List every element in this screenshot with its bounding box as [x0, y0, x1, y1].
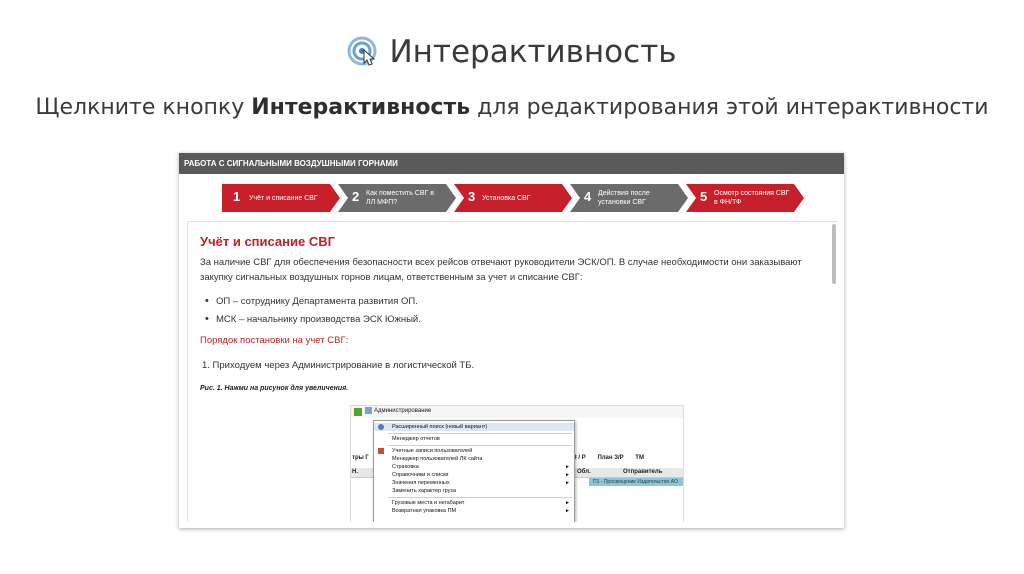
menu-item-variables[interactable]: Значения переменных ►: [374, 479, 574, 487]
menu-item-label: Заменить характер груза: [392, 488, 457, 494]
subtitle-post: для редактирования этой интерактивности: [470, 95, 989, 120]
step-2[interactable]: 2 Как поместить СВГ в ЛЛ МФП?: [338, 184, 456, 212]
users-icon: [378, 448, 384, 454]
app-icon: [354, 408, 362, 416]
interactive-frame: РАБОТА С СИГНАЛЬНЫМИ ВОЗДУШНЫМИ ГОРНАМИ …: [179, 153, 844, 528]
submenu-arrow-icon: ►: [565, 508, 570, 514]
menu-item-insurance[interactable]: Страховка ►: [374, 463, 574, 471]
menu-item-label: Учетные записи пользователей: [392, 448, 473, 454]
step-3[interactable]: 3 Установка СВГ: [454, 184, 572, 212]
figure-caption[interactable]: Рис. 1. Нажми на рисунок для увеличения.: [200, 385, 348, 392]
bullet-item: ОП – сотруднику Департамента развития ОП…: [205, 295, 418, 307]
step-1-number: 1: [233, 189, 241, 204]
step-2-number: 2: [352, 189, 360, 204]
content-paragraph: За наличие СВГ для обеспечения безопасно…: [200, 257, 802, 283]
slide-title-text: Интерактивность: [389, 34, 677, 70]
figure-screenshot[interactable]: Администрирование тры Г З / Р План З/Р Т…: [350, 405, 684, 522]
process-steps: 1 Учёт и списание СВГ 2 Как поместить СВ…: [222, 184, 804, 212]
menu-separator: [388, 445, 572, 446]
content-panel: Учёт и списание СВГ За наличие СВГ для о…: [187, 221, 838, 522]
admin-dropdown-menu: Расширенный поиск (новый вариант) Менедж…: [373, 420, 575, 522]
menu-item-label: Значения переменных: [392, 480, 450, 486]
step-2-label: Как поместить СВГ в ЛЛ МФП?: [366, 190, 434, 206]
table-row[interactable]: П1 - Просвещение Издательство АО: [589, 478, 683, 486]
bullet-item: МСК – начальнику производства ЭСК Южный.: [205, 313, 421, 325]
slide-subtitle: Щелкните кнопку Интерактивность для реда…: [0, 95, 1024, 120]
step-4-label: Действия после установки СВГ: [598, 190, 650, 206]
admin-menu-label: Администрирование: [374, 407, 432, 414]
subtitle-pre: Щелкните кнопку: [35, 95, 252, 120]
menu-item-references[interactable]: Справочники и списки ►: [374, 471, 574, 479]
menu-item-label: Грузовые места и негабарит: [392, 500, 465, 506]
submenu-arrow-icon: ►: [565, 472, 570, 478]
step-3-label: Установка СВГ: [482, 194, 531, 202]
tool-plan-zr[interactable]: План З/Р: [597, 455, 623, 461]
menu-item-label: Менеджер отчетов: [392, 436, 440, 442]
admin-menu-button[interactable]: Администрирование: [365, 407, 431, 414]
admin-icon: [365, 407, 372, 414]
step-1[interactable]: 1 Учёт и списание СВГ: [222, 184, 340, 212]
menu-item-user-accounts[interactable]: Учетные записи пользователей: [374, 447, 574, 455]
step-4[interactable]: 4 Действия после установки СВГ: [570, 184, 688, 212]
menu-item-label: Страховка: [392, 464, 419, 470]
search-icon: [378, 424, 384, 430]
right-toolbar: З / Р План З/Р ТМ: [573, 455, 654, 461]
interactivity-icon: [347, 36, 377, 66]
menu-item-lk-users[interactable]: Менеджер пользователей ЛК сайта: [374, 455, 574, 463]
content-title: Учёт и списание СВГ: [200, 234, 335, 249]
tool-tm[interactable]: ТМ: [635, 455, 644, 461]
step-1-label: Учёт и списание СВГ: [249, 194, 318, 202]
menu-item-label: Справочники и списки: [392, 472, 449, 478]
submenu-arrow-icon: ►: [565, 480, 570, 486]
menu-separator: [388, 433, 572, 434]
step-5[interactable]: 5 Осмотр состояния СВГ в ФН/ТФ: [686, 184, 804, 212]
step-3-number: 3: [468, 189, 476, 204]
submenu-arrow-icon: ►: [565, 500, 570, 506]
order-heading: Порядок постановки на учет СВГ:: [200, 335, 349, 346]
frame-header: РАБОТА С СИГНАЛЬНЫМИ ВОЗДУШНЫМИ ГОРНАМИ: [179, 153, 844, 174]
menu-item-label: Расширенный поиск (новый вариант): [392, 424, 488, 430]
step-5-label: Осмотр состояния СВГ в ФН/ТФ: [714, 190, 790, 206]
slide-title: Интерактивность: [0, 34, 1024, 70]
subtitle-bold: Интерактивность: [251, 95, 471, 120]
grid-col-region: Обл.: [577, 469, 591, 475]
submenu-arrow-icon: ►: [565, 464, 570, 470]
menu-item-advanced-search[interactable]: Расширенный поиск (новый вариант): [374, 423, 574, 431]
menu-item-label: Менеджер пользователей ЛК сайта: [392, 456, 483, 462]
instruction-step-1: 1. Приходуем через Администрирование в л…: [202, 360, 475, 371]
menu-item-report-manager[interactable]: Менеджер отчетов: [374, 435, 574, 443]
menu-item-cargo-places[interactable]: Грузовые места и негабарит ►: [374, 499, 574, 507]
menu-item-cargo-type[interactable]: Заменить характер груза: [374, 487, 574, 495]
scrollbar[interactable]: [832, 224, 836, 284]
menu-item-label: Возвратная упаковка ПМ: [392, 508, 457, 514]
menu-separator: [388, 497, 572, 498]
step-5-number: 5: [700, 189, 708, 204]
grid-col-n: Н.: [352, 469, 358, 475]
step-4-number: 4: [584, 189, 592, 204]
menu-item-return-packaging[interactable]: Возвратная упаковка ПМ ►: [374, 507, 574, 515]
grid-col-sender: Отправитель: [623, 469, 663, 475]
left-toolbar-label: тры Г: [352, 455, 369, 461]
